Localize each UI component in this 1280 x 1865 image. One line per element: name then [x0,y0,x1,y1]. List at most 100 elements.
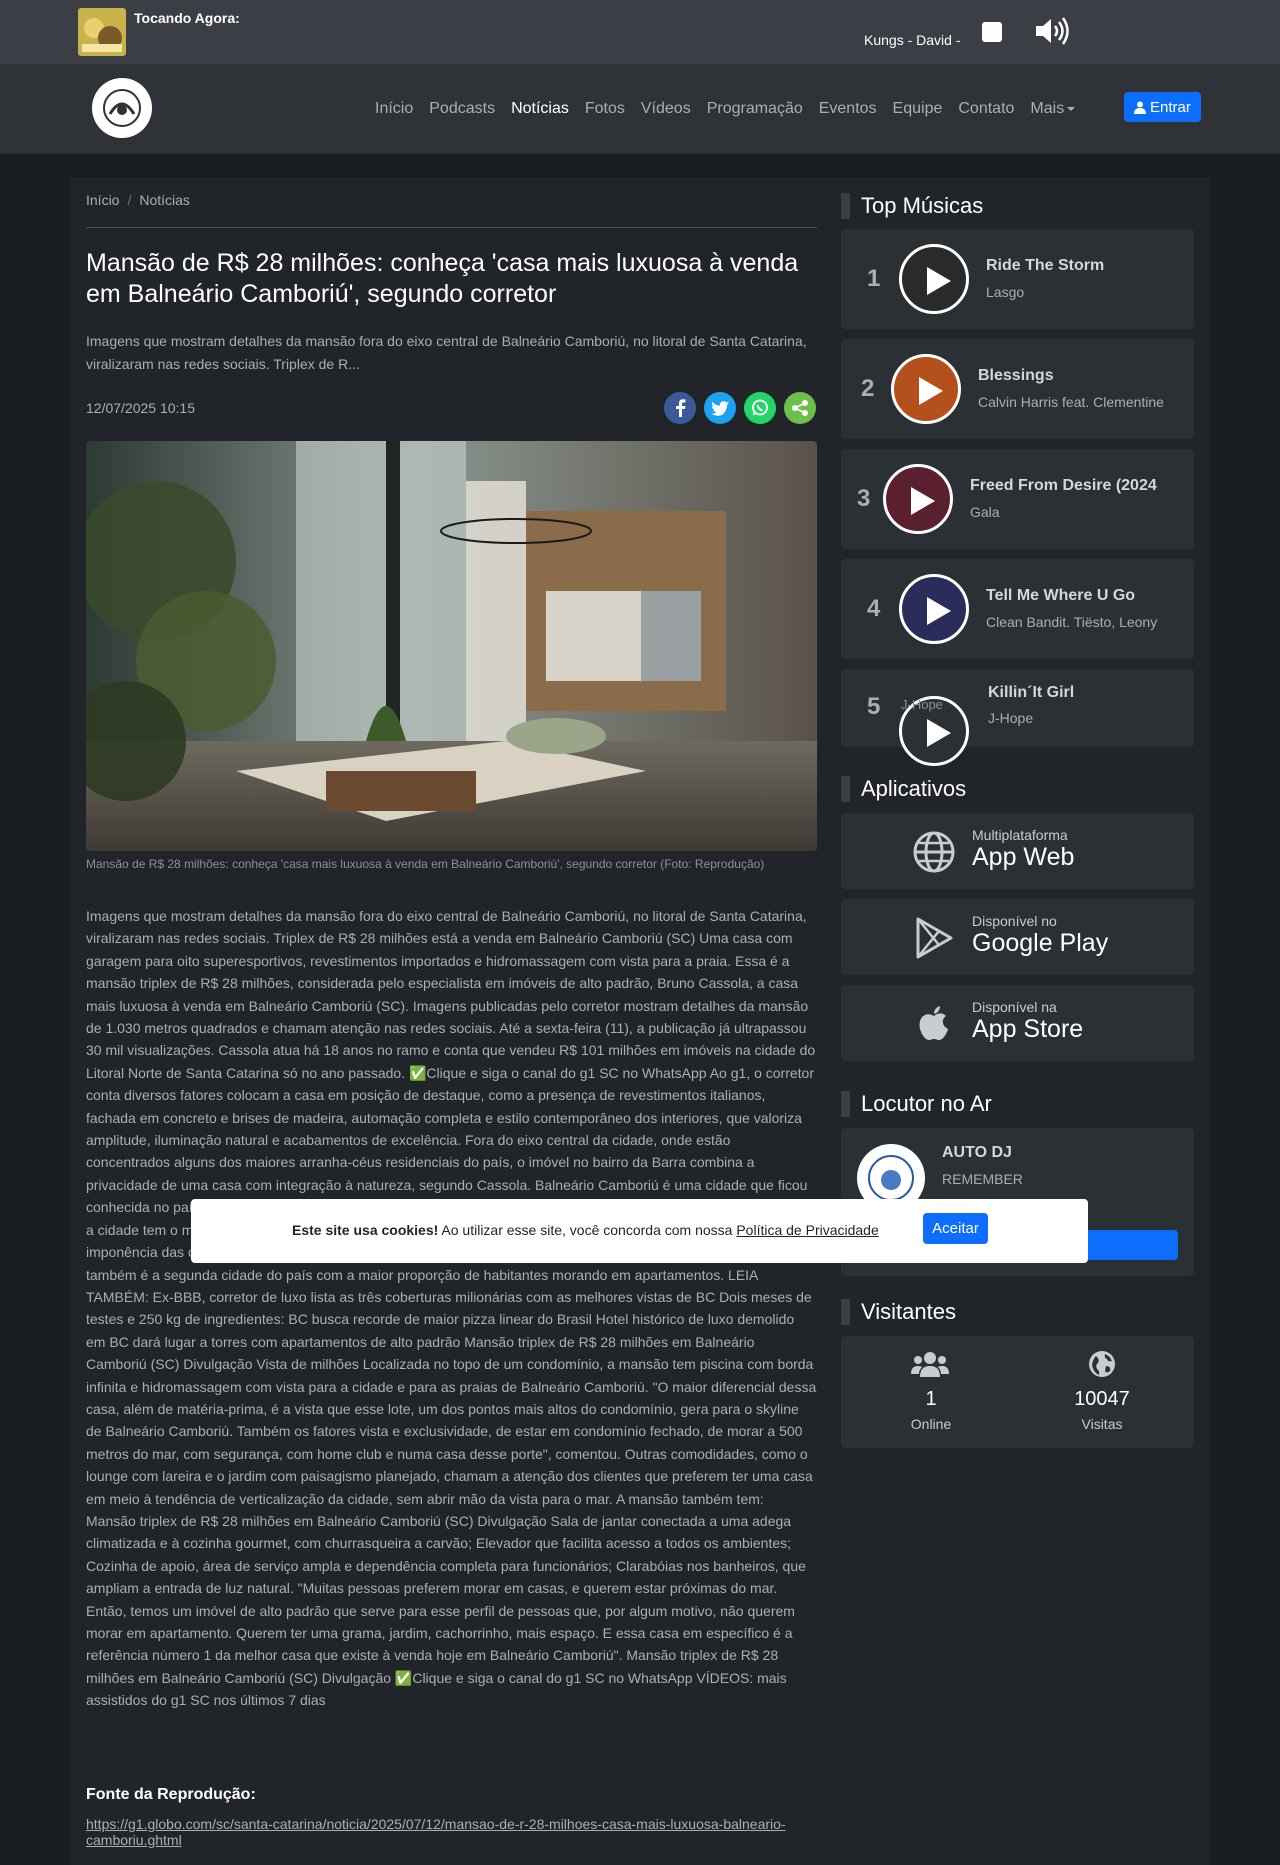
online-count: 1 [925,1388,937,1410]
accept-cookies-button[interactable]: Aceitar [923,1213,988,1244]
aplicativos-heading: Aplicativos [841,776,966,802]
song-artist: Clean Bandit. Tiësto, Leony [986,614,1158,630]
nav-fotos[interactable]: Fotos [577,100,633,118]
song-title: Ride The Storm [986,257,1105,274]
nav-eventos[interactable]: Eventos [811,100,885,118]
stop-button[interactable] [982,22,1002,42]
song-artist: Gala [970,504,1000,520]
now-playing-track: Kungs - David - [864,32,961,48]
caret-down-icon [1067,106,1076,111]
cookie-bold-text: Este site usa cookies! [292,1222,439,1238]
song-title: Tell Me Where U Go [986,587,1136,604]
play-button[interactable] [899,574,969,644]
song-rank: 3 [857,485,871,512]
nav-contato[interactable]: Contato [950,100,1022,118]
facebook-share-icon[interactable] [664,392,696,424]
globe-icon [1088,1350,1116,1383]
play-icon [927,719,951,747]
visitantes-heading: Visitantes [841,1299,956,1325]
divider [86,227,817,228]
nav-mais-label: Mais [1030,100,1065,117]
top-song-card[interactable]: 5 J-Hope Killin´It Girl J-Hope [841,669,1194,766]
now-playing-label: Tocando Agora: [134,10,240,26]
volume-icon[interactable] [1034,16,1070,46]
users-icon [911,1350,949,1383]
breadcrumb-current: Notícias [139,192,190,208]
image-caption: Mansão de R$ 28 milhões: conheça 'casa m… [86,857,765,871]
cookie-banner: Este site usa cookies! Ao utilizar esse … [191,1199,1088,1263]
dj-name: AUTO DJ [942,1144,1012,1161]
nav-noticias[interactable]: Notícias [503,100,577,118]
dj-program: REMEMBER [942,1171,1023,1187]
nav-inicio[interactable]: Início [367,100,421,118]
top-song-card[interactable]: 4 Tell Me Where U Go Clean Bandit. Tiëst… [841,559,1194,659]
breadcrumb-inicio[interactable]: Início [86,192,119,208]
article-title: Mansão de R$ 28 milhões: conheça 'casa m… [86,249,799,308]
top-song-card[interactable]: 3 Freed From Desire (2024 Gala [841,449,1194,549]
breadcrumb: Início / Notícias [86,192,190,208]
visitors-card: 1 Online 10047 Visitas [841,1336,1194,1448]
google-play-link[interactable]: Disponível no Google Play [841,899,1194,975]
play-icon [927,267,951,295]
nav-videos[interactable]: Vídeos [633,100,699,118]
share-icon[interactable] [784,392,816,424]
song-rank: 1 [867,265,881,292]
app-small-label: Disponível na [972,999,1057,1015]
login-label: Entrar [1150,98,1191,116]
app-big-label: Google Play [972,929,1109,957]
article-lead: Imagens que mostram detalhes da mansão f… [86,333,807,372]
article-body: Imagens que mostram detalhes da mansão f… [86,908,817,1709]
visits-label: Visitas [1081,1416,1123,1432]
play-icon [919,377,943,405]
whatsapp-share-icon[interactable] [744,392,776,424]
song-rank: 5 [867,693,881,720]
radio-player-bar: Tocando Agora: Kungs - David - [0,0,1280,64]
app-store-link[interactable]: Disponível na App Store [841,985,1194,1061]
play-button[interactable] [891,354,961,424]
play-icon [927,597,951,625]
song-title: Freed From Desire (2024 [970,477,1157,494]
share-buttons [664,392,816,424]
app-small-label: Disponível no [972,913,1057,929]
play-button[interactable] [883,464,953,534]
apple-icon [913,1003,955,1045]
nav-podcasts[interactable]: Podcasts [421,100,503,118]
login-button[interactable]: Entrar [1124,92,1201,122]
app-small-label: Multiplataforma [972,827,1068,843]
song-rank: 2 [861,375,875,402]
article-date: 12/07/2025 10:15 [86,400,195,416]
locutor-heading: Locutor no Ar [841,1091,992,1117]
main-nav: Início Podcasts Notícias Fotos Vídeos Pr… [367,64,1083,154]
nav-equipe[interactable]: Equipe [885,100,951,118]
cookie-text: Este site usa cookies! Ao utilizar esse … [292,1222,879,1238]
song-artist: Calvin Harris feat. Clementine [978,394,1164,410]
main-container: Início / Notícias Mansão de R$ 28 milhõe… [70,178,1210,1865]
now-playing-cover [78,8,126,56]
top-song-card[interactable]: 1 Ride The Storm Lasgo [841,229,1194,329]
article-image [86,441,817,851]
google-play-icon [913,917,955,959]
nav-programacao[interactable]: Programação [699,100,811,118]
globe-icon [913,831,955,873]
app-big-label: App Web [972,843,1075,871]
source-link[interactable]: https://g1.globo.com/sc/santa-catarina/n… [86,1816,817,1848]
privacy-policy-link[interactable]: Política de Privacidade [736,1222,878,1238]
twitter-share-icon[interactable] [704,392,736,424]
song-title: Killin´It Girl [988,684,1075,701]
online-label: Online [910,1416,952,1432]
play-button[interactable] [899,244,969,314]
breadcrumb-separator: / [127,192,132,208]
nav-mais-dropdown[interactable]: Mais [1022,100,1083,118]
top-song-card[interactable]: 2 Blessings Calvin Harris feat. Clementi… [841,339,1194,439]
song-rank: 4 [867,595,881,622]
app-big-label: App Store [972,1015,1084,1043]
song-artist: Lasgo [986,284,1025,300]
app-web-link[interactable]: Multiplataforma App Web [841,813,1194,889]
song-artist: J-Hope [988,710,1034,726]
source-title: Fonte da Reprodução: [86,1786,256,1803]
play-icon [911,487,935,515]
site-logo[interactable] [88,74,156,142]
main-navbar: Início Podcasts Notícias Fotos Vídeos Pr… [0,64,1280,154]
visits-count: 10047 [1074,1388,1130,1410]
top-musicas-heading: Top Músicas [841,193,983,219]
